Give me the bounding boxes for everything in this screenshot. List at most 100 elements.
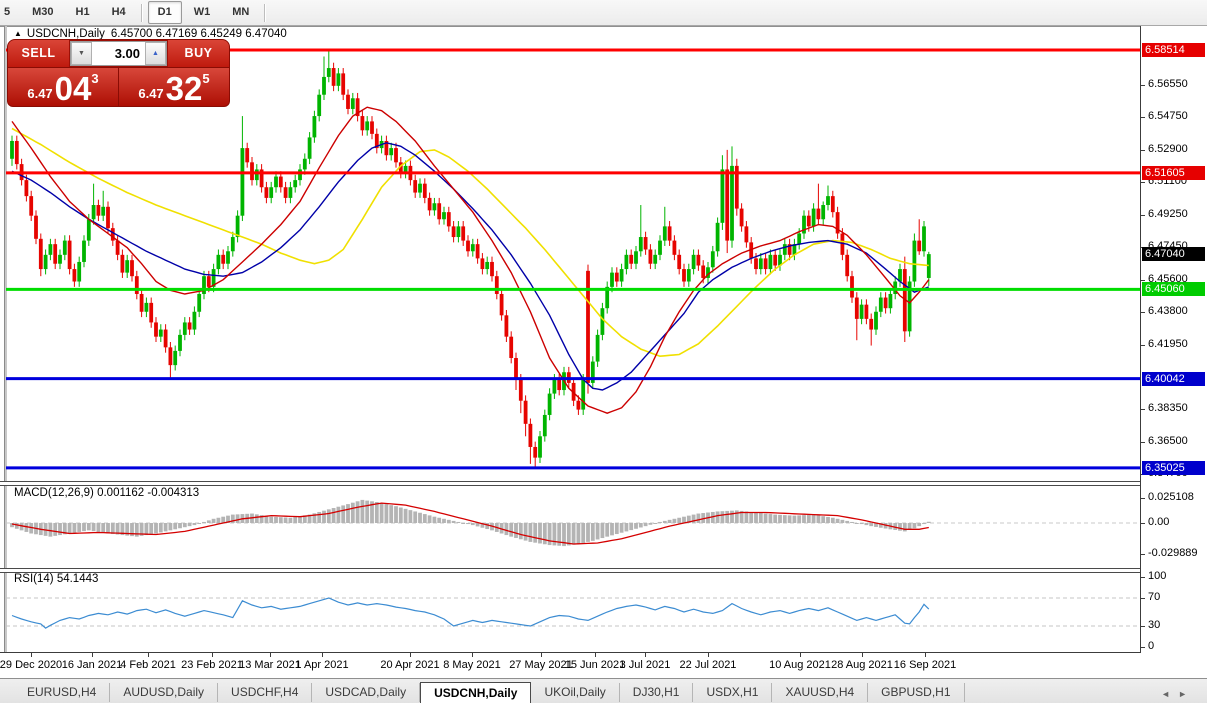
symbol-tab-usdcad[interactable]: USDCAD,Daily	[312, 683, 420, 702]
date-axis[interactable]: 29 Dec 202016 Jan 20214 Feb 202123 Feb 2…	[0, 653, 1207, 677]
volume-increase-icon[interactable]: ▲	[145, 42, 166, 65]
collapse-arrow-icon[interactable]: ▲	[14, 29, 22, 38]
candle	[466, 235, 470, 256]
symbol-tab-usdchf[interactable]: USDCHF,H4	[218, 683, 312, 702]
candle	[913, 233, 917, 286]
symbol-tab-usdcnh[interactable]: USDCNH,Daily	[420, 682, 531, 703]
macd-histogram-bar	[793, 516, 797, 523]
macd-histogram-bar	[841, 520, 845, 523]
date-tick	[270, 653, 271, 657]
tab-scroll-left-icon[interactable]: ◄	[1161, 689, 1178, 699]
macd-histogram-bar	[193, 523, 197, 525]
candle	[725, 150, 729, 253]
macd-histogram-bar	[581, 523, 585, 543]
candle	[668, 221, 672, 246]
candle	[543, 410, 547, 442]
candle	[92, 184, 96, 225]
macd-histogram-bar	[255, 514, 259, 523]
symbol-tab-ukoil[interactable]: UKOil,Daily	[531, 683, 619, 702]
sell-price-display[interactable]: 6.47 04 3	[8, 68, 118, 106]
candle	[236, 210, 240, 242]
macd-histogram-bar	[164, 523, 168, 531]
macd-histogram-bar	[466, 523, 470, 524]
macd-axis-label: 0.025108	[1148, 491, 1194, 503]
candle	[481, 253, 485, 274]
candle	[615, 267, 619, 287]
price-level-badge: 6.47040	[1142, 247, 1205, 261]
date-tick	[862, 653, 863, 657]
macd-histogram-bar	[764, 514, 768, 523]
candle	[663, 207, 667, 246]
date-tick	[645, 653, 646, 657]
candle	[183, 317, 187, 340]
timeframe-button-mn[interactable]: MN	[222, 1, 259, 24]
candle	[332, 63, 336, 91]
timeframe-button-h1[interactable]: H1	[66, 1, 100, 24]
price-axis-label: 6.38350	[1148, 402, 1188, 414]
macd-histogram-bar	[596, 523, 600, 539]
symbol-tab-eurusd[interactable]: EURUSD,H4	[14, 683, 110, 702]
macd-histogram-bar	[197, 523, 201, 524]
price-axis-label: 6.54750	[1148, 110, 1188, 122]
candle	[423, 178, 427, 203]
symbol-tab-usdx[interactable]: USDX,H1	[693, 683, 772, 702]
sell-button[interactable]: SELL	[8, 40, 69, 67]
date-tick	[472, 653, 473, 657]
candle	[433, 198, 437, 216]
axis-tick	[1141, 498, 1145, 499]
symbol-tab-dj30[interactable]: DJ30,H1	[620, 683, 694, 702]
price-axis[interactable]: 6.565506.547506.529006.511006.492506.474…	[1141, 26, 1207, 653]
candle	[140, 289, 144, 317]
macd-histogram-bar	[644, 523, 648, 526]
rsi-axis-label: 30	[1148, 619, 1160, 631]
macd-histogram-bar	[812, 515, 816, 523]
rsi-axis-label: 0	[1148, 640, 1154, 652]
price-level-badge: 6.35025	[1142, 461, 1205, 475]
toolbar-separator	[141, 4, 143, 22]
candle	[15, 136, 19, 170]
candle	[130, 255, 134, 282]
date-tick	[148, 653, 149, 657]
macd-histogram-bar	[605, 523, 609, 537]
volume-input[interactable]	[92, 42, 145, 65]
macd-histogram-bar	[202, 522, 206, 523]
moving-average-mid	[12, 143, 929, 390]
buy-button[interactable]: BUY	[168, 40, 229, 67]
timeframe-button-w1[interactable]: W1	[184, 1, 221, 24]
candle	[154, 317, 158, 342]
trading-platform-window: 5M30H1H4D1W1MN ▲USDCNH,Daily6.45700 6.47…	[0, 0, 1207, 703]
macd-histogram-bar	[149, 523, 153, 534]
buy-price-display[interactable]: 6.47 32 5	[119, 68, 229, 106]
timeframe-button-5[interactable]: 5	[0, 1, 20, 24]
macd-histogram-bar	[389, 505, 393, 523]
tab-scroll-right-icon[interactable]: ►	[1178, 689, 1195, 699]
macd-histogram-bar	[697, 514, 701, 523]
candle	[337, 68, 341, 91]
symbol-tab-xauusd[interactable]: XAUUSD,H4	[772, 683, 868, 702]
rsi-indicator-chart[interactable]	[6, 571, 1140, 652]
macd-histogram-bar	[658, 522, 662, 523]
volume-decrease-icon[interactable]: ▼	[71, 42, 92, 65]
candle	[908, 276, 912, 336]
candle	[495, 271, 499, 299]
symbol-tab-gbpusd[interactable]: GBPUSD,H1	[868, 683, 964, 702]
macd-label: MACD(12,26,9) 0.001162 -0.004313	[14, 487, 199, 499]
timeframe-button-m30[interactable]: M30	[22, 1, 63, 24]
macd-histogram-bar	[903, 523, 907, 531]
macd-histogram-bar	[754, 513, 758, 524]
macd-histogram-bar	[274, 517, 278, 523]
timeframe-button-h4[interactable]: H4	[102, 1, 136, 24]
timeframe-button-d1[interactable]: D1	[148, 1, 182, 24]
macd-histogram-bar	[663, 521, 667, 523]
candle	[346, 89, 350, 114]
moving-average-fast	[12, 107, 929, 413]
macd-histogram-bar	[629, 523, 633, 530]
date-tick	[708, 653, 709, 657]
symbol-tab-audusd[interactable]: AUDUSD,Daily	[110, 683, 218, 702]
candle	[361, 111, 365, 136]
macd-histogram-bar	[53, 523, 57, 536]
macd-histogram-bar	[653, 523, 657, 524]
candle	[164, 324, 168, 352]
axis-tick	[1141, 409, 1145, 410]
macd-histogram-bar	[82, 523, 86, 531]
